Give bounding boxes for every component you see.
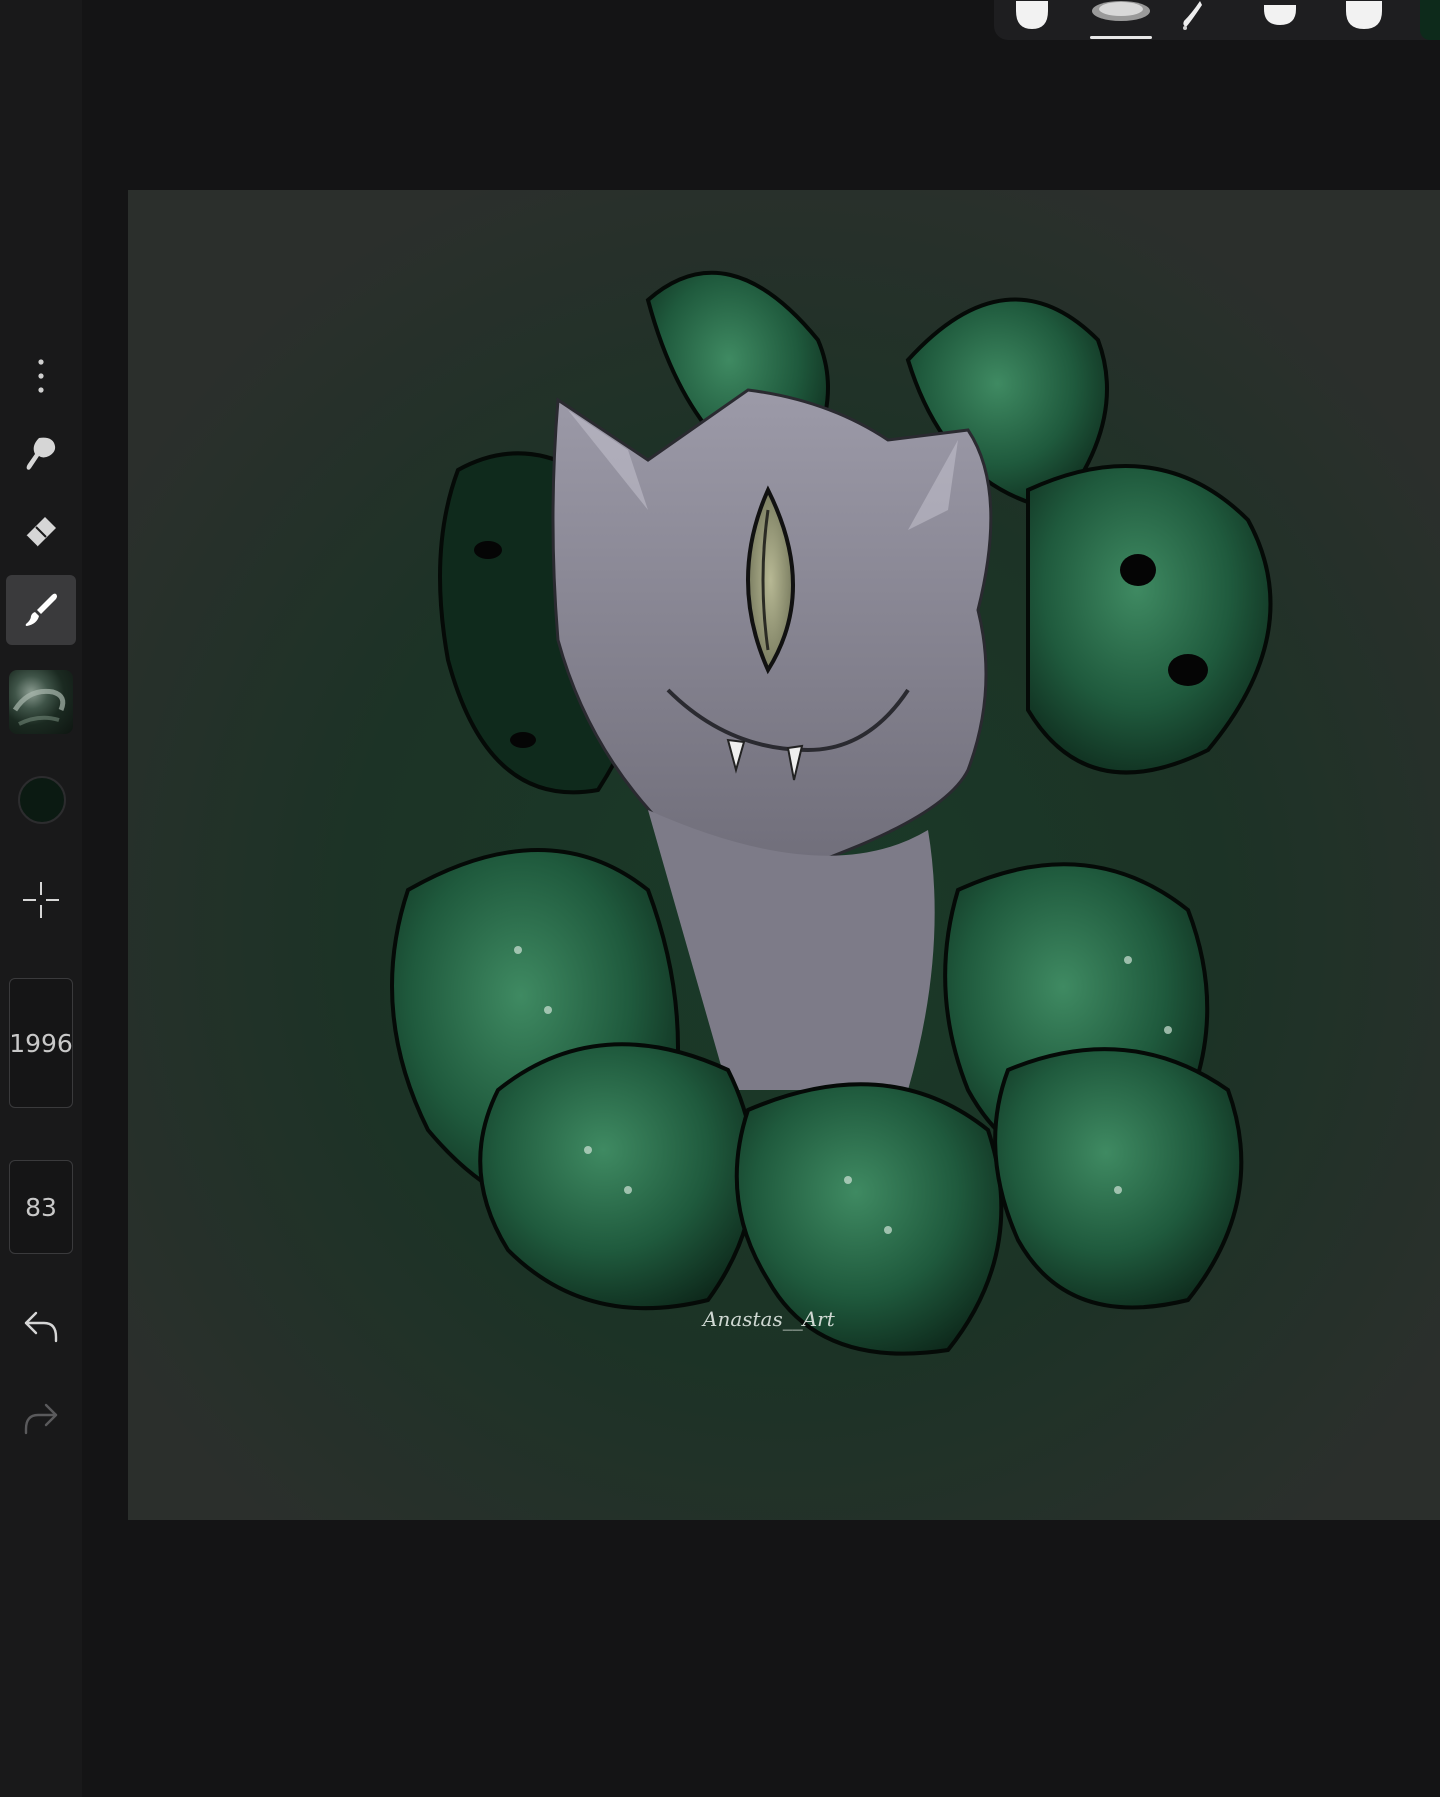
artwork-illustration: Anastas__Art [128,190,1440,1520]
brush-size-value: 1996 [9,1028,73,1058]
texture-brush-preset[interactable] [1090,0,1152,32]
left-toolbar: 1996 83 [0,0,82,1797]
undo-icon [24,1311,58,1343]
brush-size-slider[interactable]: 1996 [9,978,73,1108]
brush-icon [25,593,57,626]
color-picker-button[interactable] [18,776,66,824]
color-preview-edge[interactable] [1420,0,1440,40]
drawing-canvas[interactable]: Anastas__Art [128,190,1440,1520]
artist-signature: Anastas__Art [701,1307,836,1331]
eraser-icon [25,517,56,548]
more-vertical-icon [38,359,44,393]
round-brush-preset-2[interactable] [1260,0,1300,32]
redo-icon [24,1403,58,1435]
smudge-icon [26,437,56,470]
undo-button[interactable] [0,1304,82,1348]
ink-brush-preset[interactable] [1174,0,1214,32]
brush-tool-button[interactable] [6,575,76,645]
opacity-value: 83 [25,1192,57,1222]
smudge-tool-button[interactable] [0,432,82,476]
texture-swatch-icon [12,688,66,726]
opacity-slider[interactable]: 83 [9,1160,73,1254]
selected-brush-indicator [1090,36,1152,39]
redo-button[interactable] [0,1396,82,1440]
crosshair-move-icon [23,882,59,918]
round-brush-preset-3[interactable] [1342,0,1386,32]
round-brush-preset-1[interactable] [1010,0,1054,32]
eraser-tool-button[interactable] [0,510,82,554]
drawing-app: 1996 83 Anastas__Art [0,0,1440,1797]
transform-tool-button[interactable] [0,878,82,922]
more-options-button[interactable] [0,356,82,396]
brush-texture-swatch[interactable] [9,670,73,734]
brush-preset-bar [994,0,1440,40]
